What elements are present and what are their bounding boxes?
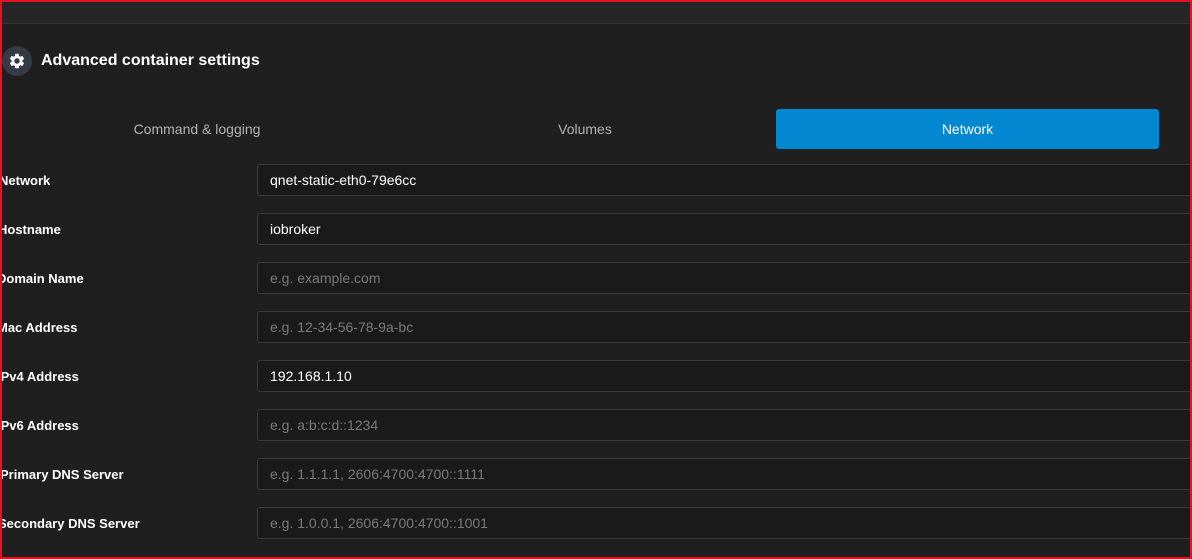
field-label: Network — [0, 173, 51, 188]
field-row-domain-name: Domain Name — [2, 262, 1190, 296]
field-label: Mac Address — [0, 320, 78, 335]
field-row-network: Network — [2, 164, 1190, 198]
field-label: Domain Name — [0, 271, 84, 286]
field-row-ipv4-address: IPv4 Address — [2, 360, 1190, 394]
tab-command-logging[interactable]: Command & logging — [6, 109, 388, 149]
secondary-dns-input[interactable] — [257, 507, 1190, 539]
field-label: Primary DNS Server — [0, 467, 124, 482]
tab-volumes[interactable]: Volumes — [394, 109, 776, 149]
field-label: Secondary DNS Server — [0, 516, 140, 531]
field-row-mac-address: Mac Address — [2, 311, 1190, 345]
mac-address-input[interactable] — [257, 311, 1190, 343]
tab-network[interactable]: Network — [776, 109, 1159, 149]
primary-dns-input[interactable] — [257, 458, 1190, 490]
field-label: IPv6 Address — [0, 418, 79, 433]
hostname-input[interactable] — [257, 213, 1190, 245]
top-strip — [2, 2, 1190, 24]
network-input[interactable] — [257, 164, 1190, 196]
field-row-hostname: Hostname — [2, 213, 1190, 247]
gear-icon — [2, 46, 32, 76]
field-row-ipv6-address: IPv6 Address — [2, 409, 1190, 443]
field-row-secondary-dns: Secondary DNS Server — [2, 507, 1190, 541]
screenshot-frame: Advanced container settings Command & lo… — [0, 0, 1192, 559]
section-title: Advanced container settings — [41, 52, 260, 69]
field-label: IPv4 Address — [0, 369, 79, 384]
ipv6-address-input[interactable] — [257, 409, 1190, 441]
ipv4-address-input[interactable] — [257, 360, 1190, 392]
domain-name-input[interactable] — [257, 262, 1190, 294]
field-label: Hostname — [0, 222, 61, 237]
field-row-primary-dns: Primary DNS Server — [2, 458, 1190, 492]
section-header: Advanced container settings — [2, 44, 260, 78]
